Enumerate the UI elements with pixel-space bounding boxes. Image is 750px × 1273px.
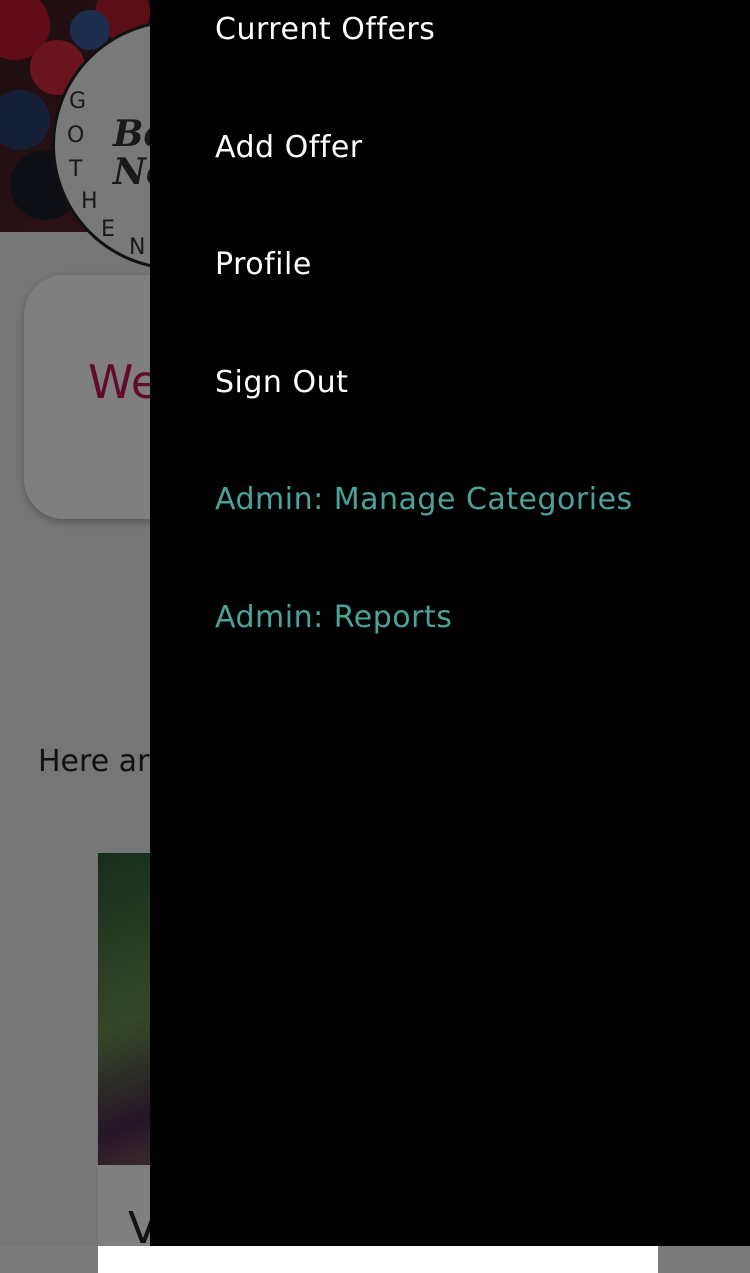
nav-item-profile[interactable]: Profile [215,247,312,282]
nav-item-add-offer[interactable]: Add Offer [215,130,363,165]
nav-item-admin-manage-categories[interactable]: Admin: Manage Categories [215,482,633,517]
nav-item-sign-out[interactable]: Sign Out [215,365,348,400]
navigation-drawer: Current Offers Add Offer Profile Sign Ou… [150,0,750,1246]
nav-item-current-offers[interactable]: Current Offers [215,12,435,47]
nav-item-admin-reports[interactable]: Admin: Reports [215,600,452,635]
